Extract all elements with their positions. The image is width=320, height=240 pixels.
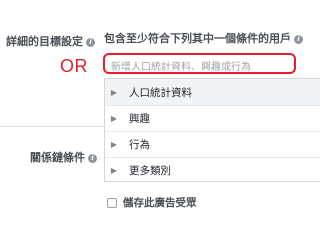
- chevron-right-icon: ▶: [110, 165, 118, 175]
- dropdown-item-more-categories[interactable]: ▶ 更多類別: [105, 157, 320, 183]
- connections-label: 關係鏈條件 i: [30, 149, 97, 165]
- dropdown-item-demographics[interactable]: ▶ 人口統計資料: [105, 79, 320, 105]
- connections-text: 關係鏈條件: [30, 151, 85, 164]
- dropdown-item-label: 興趣: [129, 112, 150, 125]
- dropdown-item-behaviors[interactable]: ▶ 行為: [105, 131, 320, 157]
- save-audience-row: 儲存此廣告受眾: [107, 195, 197, 210]
- section-divider: [0, 126, 104, 127]
- info-icon[interactable]: i: [294, 34, 303, 44]
- info-icon[interactable]: i: [86, 37, 95, 47]
- info-icon[interactable]: i: [88, 153, 97, 163]
- dropdown-item-label: 人口統計資料: [129, 86, 192, 99]
- detailed-targeting-text: 詳細的目標設定: [6, 35, 83, 48]
- chevron-right-icon: ▶: [110, 139, 118, 149]
- or-annotation: OR: [60, 56, 88, 76]
- save-audience-label[interactable]: 儲存此廣告受眾: [123, 195, 197, 210]
- dropdown-item-label: 更多類別: [129, 164, 171, 177]
- chevron-right-icon: ▶: [110, 113, 118, 123]
- targeting-search-input[interactable]: [105, 59, 294, 76]
- save-audience-checkbox[interactable]: [107, 197, 117, 208]
- include-criteria-text: 包含至少符合下列其中一個條件的用戶: [104, 32, 291, 45]
- detailed-targeting-label: 詳細的目標設定 i: [6, 33, 95, 49]
- dropdown-item-label: 行為: [129, 138, 150, 151]
- dropdown-item-interests[interactable]: ▶ 興趣: [105, 105, 320, 131]
- targeting-search-box[interactable]: [103, 53, 296, 76]
- targeting-dropdown: ▶ 人口統計資料 ▶ 興趣 ▶ 行為 ▶ 更多類別: [104, 78, 320, 182]
- include-criteria-header: 包含至少符合下列其中一個條件的用戶 i: [104, 30, 303, 46]
- chevron-right-icon: ▶: [110, 87, 118, 97]
